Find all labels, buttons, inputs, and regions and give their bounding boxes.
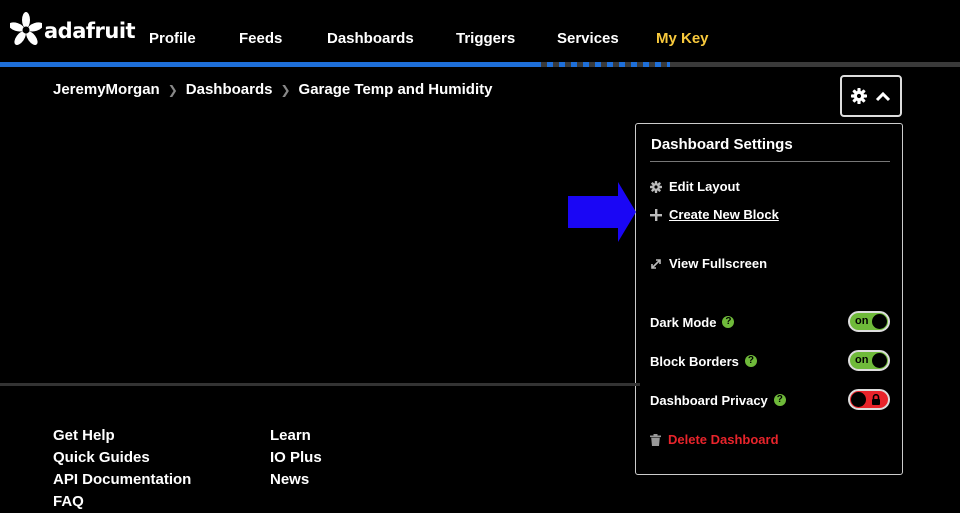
create-new-block-label: Create New Block [669, 207, 779, 222]
nav-dashboards[interactable]: Dashboards [327, 29, 414, 49]
dashboard-privacy-label: Dashboard Privacy [650, 392, 768, 408]
gear-icon [851, 88, 867, 104]
edit-layout-label: Edit Layout [669, 179, 740, 194]
chevron-right-icon: ❯ [167, 82, 178, 97]
help-icon[interactable]: ? [773, 394, 786, 406]
nav-underline-dotted [535, 62, 670, 67]
breadcrumb-user[interactable]: JeremyMorgan [53, 81, 160, 98]
toggle-knob [872, 353, 887, 368]
annotation-arrow-icon [568, 182, 636, 242]
view-fullscreen-label: View Fullscreen [669, 256, 768, 271]
panel-divider [650, 161, 890, 162]
top-navigation: adafruit Profile Feeds Dashboards Trigge… [0, 0, 960, 62]
nav-underline-accent [0, 62, 535, 67]
nav-triggers[interactable]: Triggers [456, 29, 515, 49]
dark-mode-label: Dark Mode [650, 314, 717, 330]
delete-dashboard-item[interactable]: Delete Dashboard [650, 432, 779, 447]
toggle-knob [872, 314, 887, 329]
nav-underline-grey [670, 62, 960, 67]
breadcrumb: JeremyMorgan ❯ Dashboards ❯ Garage Temp … [53, 81, 492, 98]
create-new-block-item[interactable]: Create New Block [650, 207, 779, 222]
footer-link-learn[interactable]: Learn [270, 425, 322, 447]
dashboard-settings-button[interactable] [840, 75, 902, 117]
help-icon[interactable]: ? [744, 355, 757, 367]
plus-icon [650, 208, 662, 221]
help-icon[interactable]: ? [722, 316, 735, 328]
logo-text: adafruit [44, 19, 136, 43]
footer-help-links: Get Help Quick Guides API Documentation … [53, 425, 191, 513]
dark-mode-toggle[interactable]: on [848, 311, 890, 332]
block-borders-row: Block Borders ? on [650, 349, 890, 373]
dashboard-privacy-row: Dashboard Privacy ? [650, 388, 890, 412]
adafruit-flower-icon [10, 12, 42, 45]
breadcrumb-dashboards[interactable]: Dashboards [186, 81, 273, 98]
chevron-up-icon [875, 91, 891, 102]
nav-feeds[interactable]: Feeds [239, 29, 282, 49]
dark-mode-row: Dark Mode ? on [650, 310, 890, 334]
expand-icon [651, 258, 661, 269]
footer-link-faq[interactable]: FAQ [53, 491, 191, 513]
dashboard-settings-panel: Dashboard Settings Edit Layout Create Ne… [635, 123, 903, 475]
toggle-state-text: on [855, 315, 869, 327]
block-borders-label: Block Borders [650, 353, 739, 369]
chevron-right-icon: ❯ [280, 82, 291, 97]
toggle-state-text: on [855, 354, 869, 366]
footer-link-get-help[interactable]: Get Help [53, 425, 191, 447]
block-borders-toggle[interactable]: on [848, 350, 890, 371]
footer-link-io-plus[interactable]: IO Plus [270, 447, 322, 469]
dashboard-privacy-toggle[interactable] [848, 389, 890, 410]
gear-icon [650, 180, 662, 193]
nav-services[interactable]: Services [557, 29, 619, 49]
footer-link-quick-guides[interactable]: Quick Guides [53, 447, 191, 469]
nav-my-key[interactable]: My Key [656, 29, 709, 49]
lock-icon [872, 394, 880, 405]
trash-icon [650, 433, 661, 446]
toggle-knob [851, 392, 866, 407]
footer-link-api-documentation[interactable]: API Documentation [53, 469, 191, 491]
nav-profile[interactable]: Profile [149, 29, 196, 49]
view-fullscreen-item[interactable]: View Fullscreen [650, 256, 767, 271]
footer-divider [0, 383, 640, 386]
delete-dashboard-label: Delete Dashboard [668, 432, 779, 447]
footer-link-news[interactable]: News [270, 469, 322, 491]
footer-learn-links: Learn IO Plus News [270, 425, 322, 491]
edit-layout-item[interactable]: Edit Layout [650, 179, 740, 194]
adafruit-logo[interactable]: adafruit [10, 11, 136, 47]
breadcrumb-dashboard-name: Garage Temp and Humidity [298, 81, 493, 98]
panel-title: Dashboard Settings [651, 136, 793, 153]
